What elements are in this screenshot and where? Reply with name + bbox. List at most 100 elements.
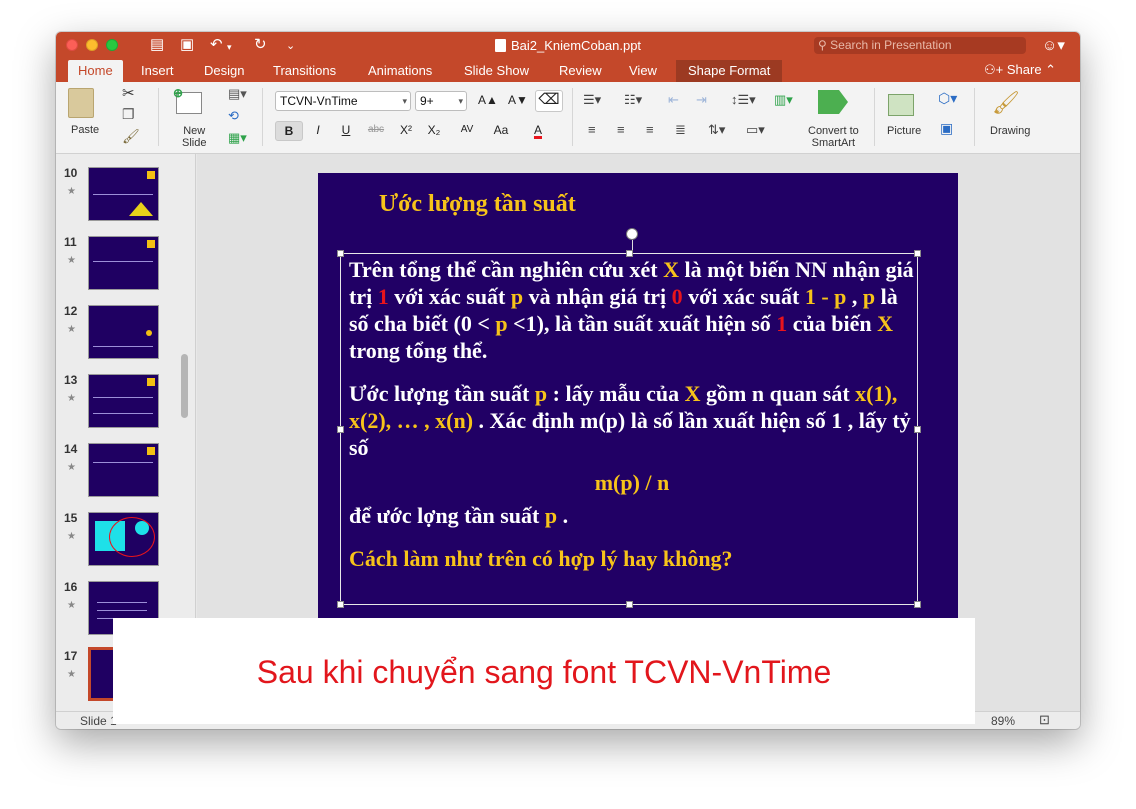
slide-title[interactable]: Ước lượng tần suất	[379, 191, 576, 218]
star-icon: ★	[67, 669, 76, 680]
paragraph-estimation: Ước lượng tần suất p : lấy mẫu của X gồm…	[349, 381, 911, 460]
collapse-ribbon-icon: ⌃	[1041, 62, 1057, 77]
align-text-icon[interactable]: ▭▾	[746, 122, 765, 138]
selected-text-box[interactable]: Trên tổng thể cần nghiên cứu xét X là mộ…	[337, 228, 921, 608]
copy-icon[interactable]: ❐	[122, 106, 135, 123]
chevron-down-icon: ▾	[402, 96, 407, 106]
tab-animations[interactable]: Animations	[368, 63, 432, 78]
search-placeholder: Search in Presentation	[830, 38, 952, 52]
star-icon: ★	[67, 600, 76, 611]
picture-icon[interactable]	[888, 94, 914, 116]
shrink-font-button[interactable]: A▼	[504, 91, 532, 111]
clear-formatting-icon[interactable]: ⌫	[535, 90, 563, 112]
resize-handle[interactable]	[914, 250, 921, 257]
title-bar: ▤ ▣ ↶ ▾ ↻ ⌄ Bai2_KniemCoban.ppt ⚲ Search…	[56, 32, 1080, 58]
feedback-smiley-icon[interactable]: ☺▾	[1042, 36, 1065, 54]
change-case-button[interactable]: Aa	[486, 121, 516, 141]
resize-handle[interactable]	[337, 426, 344, 433]
tab-transitions[interactable]: Transitions	[273, 63, 336, 78]
reset-icon[interactable]: ⟲	[228, 108, 239, 124]
tab-slide-show[interactable]: Slide Show	[464, 63, 529, 78]
paste-label: Paste	[71, 124, 100, 136]
search-icon: ⚲	[818, 38, 827, 52]
ribbon: Paste ✂ ❐ 🖌 ⊕ New Slide ▤▾ ⟲ ▦▾ TCVN-VnTi…	[56, 82, 1080, 154]
slide-indicator: Slide 1	[80, 714, 117, 728]
search-input[interactable]: ⚲ Search in Presentation	[814, 37, 1026, 54]
bold-button[interactable]: B	[275, 121, 303, 141]
share-button[interactable]: ⚇+ Share ⌃	[984, 62, 1056, 78]
resize-handle[interactable]	[337, 601, 344, 608]
slide-thumbnail	[88, 374, 159, 428]
align-right-icon[interactable]: ≡	[646, 122, 654, 137]
smartart-icon[interactable]	[818, 90, 848, 114]
font-color-button[interactable]: A	[524, 121, 552, 141]
shapes-icon[interactable]: ⬡▾	[938, 90, 957, 107]
tab-view[interactable]: View	[629, 63, 657, 78]
zoom-level[interactable]: 89%	[991, 714, 1015, 728]
font-name-field[interactable]: TCVN-VnTime ▾	[275, 91, 411, 111]
font-size-field[interactable]: 9+ ▾	[415, 91, 467, 111]
caption-text: Sau khi chuyển sang font TCVN-VnTime	[256, 654, 832, 690]
slide-thumbnail	[88, 236, 159, 290]
slide-thumbnail	[88, 512, 159, 566]
resize-handle[interactable]	[337, 250, 344, 257]
underline-button[interactable]: U	[333, 121, 359, 141]
ribbon-divider	[974, 88, 975, 146]
convert-smartart-label: Convert to SmartArt	[808, 125, 859, 149]
drawing-brush-icon[interactable]: 🖌	[992, 90, 1020, 116]
format-painter-icon[interactable]: 🖌	[122, 128, 140, 145]
resize-handle[interactable]	[914, 426, 921, 433]
resize-handle[interactable]	[914, 601, 921, 608]
cut-icon[interactable]: ✂	[122, 84, 135, 102]
new-slide-label: New Slide	[182, 125, 207, 149]
subscript-button[interactable]: X₂	[421, 121, 447, 141]
strikethrough-button[interactable]: abc	[361, 121, 391, 141]
slide-canvas: Ước lượng tần suất Trên tổng thể cần ngh…	[318, 173, 958, 623]
align-left-icon[interactable]: ≡	[588, 122, 596, 137]
columns-icon[interactable]: ▥▾	[774, 92, 793, 108]
tab-home[interactable]: Home	[68, 60, 123, 82]
document-file-name: Bai2_KniemCoban.ppt	[510, 38, 642, 53]
star-icon: ★	[67, 393, 76, 404]
ribbon-divider	[874, 88, 875, 146]
slide-thumbnail	[88, 167, 159, 221]
italic-button[interactable]: I	[305, 121, 331, 141]
paragraph-conclusion: để ước lợng tần suất p .	[349, 503, 569, 528]
numbering-icon[interactable]: ☷▾	[624, 92, 642, 108]
ribbon-divider	[572, 88, 573, 146]
tab-insert[interactable]: Insert	[141, 63, 174, 78]
ribbon-divider	[158, 88, 159, 146]
rotate-handle-icon[interactable]	[626, 228, 638, 240]
tab-shape-format[interactable]: Shape Format	[676, 60, 783, 82]
slide-thumbnail	[88, 443, 159, 497]
star-icon: ★	[67, 324, 76, 335]
text-box-icon[interactable]: ▣	[940, 120, 953, 137]
layout-icon[interactable]: ▤▾	[228, 86, 247, 102]
thumbnail-scrollbar[interactable]	[181, 354, 188, 418]
tab-review[interactable]: Review	[559, 63, 602, 78]
line-spacing-icon[interactable]: ↕☰▾	[731, 92, 756, 108]
star-icon: ★	[67, 186, 76, 197]
character-spacing-button[interactable]: AV	[451, 121, 483, 141]
paste-icon[interactable]	[68, 88, 94, 118]
resize-handle[interactable]	[626, 601, 633, 608]
align-center-icon[interactable]: ≡	[617, 122, 625, 137]
slide-body-text: Trên tổng thể cần nghiên cứu xét X là mộ…	[349, 256, 915, 572]
increase-indent-icon[interactable]: ⇥	[696, 92, 707, 108]
decrease-indent-icon[interactable]: ⇤	[668, 92, 679, 108]
justify-icon[interactable]: ≣	[675, 122, 686, 138]
add-plus-icon: ⊕	[173, 86, 184, 100]
drawing-label: Drawing	[990, 125, 1031, 137]
tab-design[interactable]: Design	[204, 63, 244, 78]
ribbon-divider	[262, 88, 263, 146]
star-icon: ★	[67, 462, 76, 473]
text-direction-icon[interactable]: ⇅▾	[708, 122, 725, 138]
question-text: Cách làm như trên có hợp lý hay không?	[349, 546, 733, 571]
section-icon[interactable]: ▦▾	[228, 130, 247, 146]
grow-font-button[interactable]: A▲	[474, 91, 502, 111]
fit-to-window-icon[interactable]: ⊡	[1039, 712, 1050, 728]
caption-overlay: Sau khi chuyển sang font TCVN-VnTime	[113, 618, 975, 724]
bullets-icon[interactable]: ☰▾	[583, 92, 601, 108]
superscript-button[interactable]: X²	[393, 121, 419, 141]
paragraph-definition: Trên tổng thể cần nghiên cứu xét X là mộ…	[349, 257, 914, 363]
